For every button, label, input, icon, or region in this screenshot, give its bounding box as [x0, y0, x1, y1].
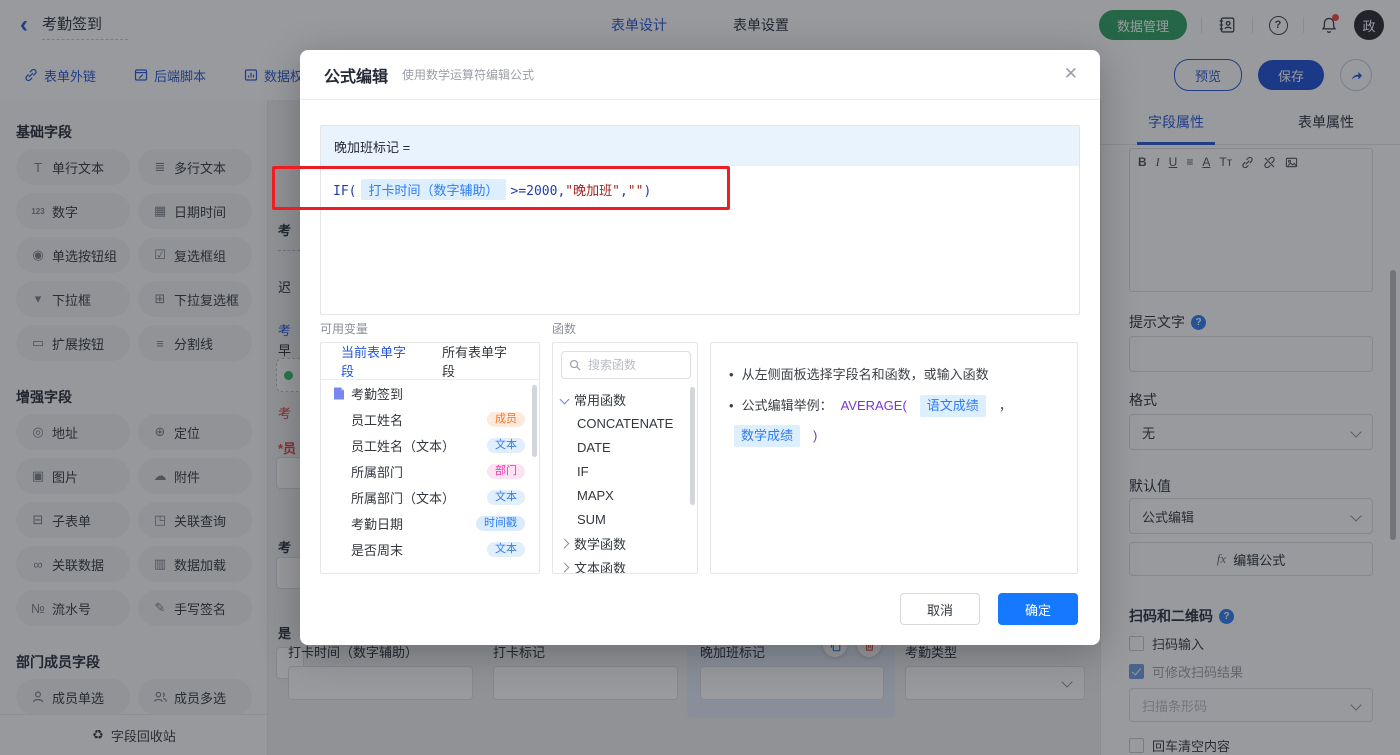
function-item[interactable]: DATE [553, 435, 697, 459]
variables-tabs: 当前表单字段 所有表单字段 [321, 343, 539, 380]
function-group-text[interactable]: 文本函数 [553, 555, 697, 573]
formula-close: ) [643, 184, 652, 199]
tab-current-form-fields[interactable]: 当前表单字段 [341, 343, 418, 380]
type-badge: 文本 [487, 437, 525, 453]
formula-target: 晚加班标记 = [321, 126, 1079, 166]
formula-condition: >=2000, [510, 184, 566, 199]
example-close: ) [813, 428, 818, 443]
formula-input[interactable]: IF( 打卡时间（数字辅助） >=2000,"晚加班","") [321, 166, 1079, 213]
tab-all-form-fields[interactable]: 所有表单字段 [442, 343, 519, 380]
function-group-math[interactable]: 数学函数 [553, 531, 697, 555]
example-function: AVERAGE( [840, 398, 907, 413]
form-doc-icon [334, 387, 344, 399]
bullet: • [729, 367, 734, 382]
type-badge: 文本 [487, 489, 525, 505]
search-icon [569, 359, 581, 371]
modal-title: 公式编辑 [324, 68, 389, 86]
example-field-chip: 数学成绩 [734, 425, 801, 447]
cancel-button[interactable]: 取消 [900, 593, 980, 625]
formula-true-value: "晚加班" [565, 184, 620, 199]
function-search[interactable] [561, 351, 691, 379]
functions-panel: 常用函数 CONCATENATE DATE IF MAPX SUM 数学函数 文… [552, 342, 698, 574]
close-icon[interactable]: ✕ [1064, 64, 1078, 84]
variable-item[interactable]: 员工姓名 成员 [321, 406, 539, 432]
formula-field-chip[interactable]: 打卡时间（数字辅助） [361, 179, 506, 200]
function-group-common[interactable]: 常用函数 [553, 387, 697, 411]
formula-editor-box: 晚加班标记 = IF( 打卡时间（数字辅助） >=2000,"晚加班","") [320, 125, 1080, 315]
function-item[interactable]: IF [553, 459, 697, 483]
type-badge: 文本 [487, 541, 525, 557]
variables-panel: 当前表单字段 所有表单字段 考勤签到 员工姓名 成员 员工姓名（文本） 文本 所属部… [320, 342, 540, 574]
chevron-down-icon [559, 394, 570, 404]
formula-false-value: "" [627, 184, 644, 199]
tips-panel: • 从左侧面板选择字段名和函数，或输入函数 • 公式编辑举例： AVERAGE(语… [710, 342, 1078, 574]
confirm-button[interactable]: 确定 [998, 593, 1078, 625]
function-item[interactable]: MAPX [553, 483, 697, 507]
formula-comma: , [619, 184, 628, 199]
function-item[interactable]: CONCATENATE [553, 411, 697, 435]
chevron-right-icon [559, 538, 570, 548]
scrollbar[interactable] [532, 385, 537, 457]
function-item[interactable]: SUM [553, 507, 697, 531]
scrollbar[interactable] [690, 387, 695, 505]
variable-item[interactable]: 所属部门 部门 [321, 458, 539, 484]
variable-item[interactable]: 员工姓名（文本） 文本 [321, 432, 539, 458]
tip-example-line: • 公式编辑举例： AVERAGE(语文成绩，数学成绩) [729, 395, 1059, 447]
modal-header: 公式编辑 使用数学运算符编辑公式 ✕ [300, 50, 1100, 100]
variables-group: 考勤签到 [321, 380, 539, 406]
modal-subtitle: 使用数学运算符编辑公式 [402, 68, 535, 82]
app-window: ‹ 考勤签到 表单设计 表单设置 数据管理 ? 政 表单外链 后端脚本 数据权 … [0, 0, 1400, 755]
chevron-right-icon [559, 562, 570, 572]
formula-edit-modal: 公式编辑 使用数学运算符编辑公式 ✕ 晚加班标记 = IF( 打卡时间（数字辅助）… [300, 50, 1100, 645]
example-field-chip: 语文成绩 [919, 395, 986, 417]
variable-item[interactable]: 是否周末 文本 [321, 536, 539, 562]
type-badge: 时间戳 [476, 515, 525, 531]
tip-line: • 从左侧面板选择字段名和函数，或输入函数 [729, 365, 1059, 385]
variables-label: 可用变量 [320, 322, 369, 336]
variable-item[interactable]: 考勤日期 时间戳 [321, 510, 539, 536]
formula-if-token: IF( [333, 184, 357, 199]
type-badge: 成员 [487, 411, 525, 427]
variable-item[interactable]: 所属部门（文本） 文本 [321, 484, 539, 510]
bullet: • [729, 398, 734, 413]
type-badge: 部门 [487, 463, 525, 479]
function-search-input[interactable] [586, 357, 680, 373]
functions-label: 函数 [552, 322, 577, 336]
